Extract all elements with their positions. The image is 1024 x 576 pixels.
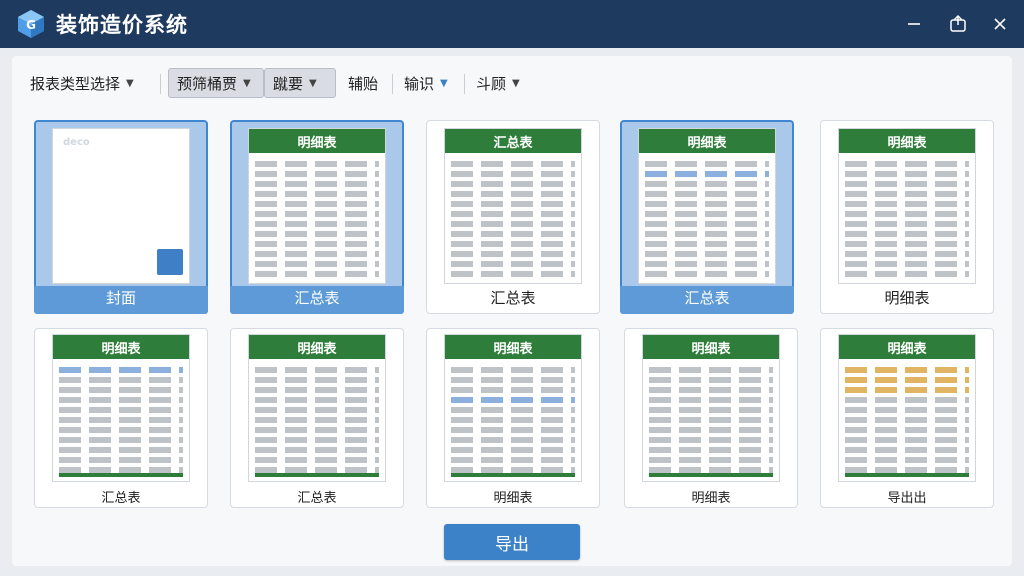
sheet-rows: [249, 153, 385, 283]
sheet-footer: [649, 473, 773, 477]
sheet-rows: [445, 153, 581, 283]
header-dropdown[interactable]: 斗顾 ▼: [468, 68, 528, 98]
cover-corner-icon: [157, 249, 183, 275]
toolbar-item-label: 蹴要: [273, 74, 304, 93]
report-card[interactable]: 明细表 导出出: [820, 328, 994, 508]
toolbar-item-label: 输识: [404, 74, 435, 93]
sheet-footer: [59, 473, 183, 477]
sheet-rows: [639, 153, 775, 283]
report-panel: 报表类型选择 ▼ 预筛桶贾 ▼ 蹴要 ▼ 辅贻 输识 ▼ 斗顾 ▼ deco 封…: [12, 56, 1012, 566]
report-card-cover[interactable]: deco 封面 封面: [34, 120, 208, 314]
minimize-icon: [908, 23, 920, 25]
cover-brand: deco: [63, 137, 90, 148]
report-card[interactable]: 明细表 明细表: [426, 328, 600, 508]
chevron-down-icon: ▼: [440, 77, 448, 89]
sheet-title: 明细表: [639, 129, 775, 153]
report-card[interactable]: 明细表 明细表: [624, 328, 798, 508]
sheet-rows: [643, 359, 779, 481]
report-thumbnail-grid: deco 封面 封面 明细表 汇总表 汇总表 汇总表 明细表 汇总表 明细表 明…: [30, 118, 1000, 514]
sheet-thumbnail: 明细表: [52, 334, 190, 482]
sheet-thumbnail: 明细表: [248, 334, 386, 482]
card-caption: 明细表: [691, 491, 731, 506]
title-bar: G 装饰造价系统: [0, 0, 1024, 48]
assist-button[interactable]: 辅贻: [340, 68, 386, 98]
card-caption: 汇总表: [297, 491, 337, 506]
preview-filter-dropdown[interactable]: 预筛桶贾 ▼: [168, 68, 264, 98]
toolbar: 报表类型选择 ▼ 预筛桶贾 ▼ 蹴要 ▼ 辅贻 输识 ▼ 斗顾 ▼: [22, 64, 1002, 100]
sheet-footer: [845, 473, 969, 477]
sheet-thumbnail: 明细表: [838, 128, 976, 284]
sheet-thumbnail: 明细表: [248, 128, 386, 284]
sheet-rows: [249, 359, 385, 481]
sheet-rows: [445, 359, 581, 481]
report-card[interactable]: 明细表 汇总表: [620, 120, 794, 314]
card-caption: 封面: [105, 289, 136, 307]
sheet-footer: [451, 473, 575, 477]
sheet-title: 明细表: [249, 129, 385, 153]
sheet-thumbnail: 明细表: [638, 128, 776, 284]
report-card[interactable]: 明细表 汇总表: [230, 328, 404, 508]
card-caption: 汇总表: [101, 491, 141, 506]
sheet-thumbnail: 明细表: [838, 334, 976, 482]
input-dropdown[interactable]: 输识 ▼: [396, 68, 456, 98]
sheet-title: 明细表: [839, 335, 975, 359]
toolbar-divider: [392, 74, 393, 94]
sheet-title: 明细表: [643, 335, 779, 359]
sheet-title: 汇总表: [445, 129, 581, 153]
sheet-rows: [839, 153, 975, 283]
card-caption: 明细表: [884, 289, 930, 307]
report-card[interactable]: 明细表 明细表: [820, 120, 994, 314]
sheet-rows: [53, 359, 189, 481]
sheet-thumbnail: 汇总表: [444, 128, 582, 284]
toolbar-item-label: 辅贻: [348, 74, 379, 93]
card-caption: 汇总表: [684, 289, 730, 307]
cover-title: 封面: [97, 181, 145, 209]
report-card[interactable]: 明细表 汇总表: [34, 328, 208, 508]
report-card[interactable]: 汇总表 汇总表: [426, 120, 600, 314]
share-export-icon: [950, 14, 966, 32]
report-type-dropdown[interactable]: 报表类型选择 ▼: [22, 68, 142, 98]
sheet-title: 明细表: [445, 335, 581, 359]
sheet-rows: [839, 359, 975, 481]
toolbar-item-label: 报表类型选择: [30, 74, 121, 93]
report-card[interactable]: 明细表 汇总表: [230, 120, 404, 314]
chevron-down-icon: ▼: [126, 77, 134, 89]
card-caption: 导出出: [887, 491, 927, 506]
toolbar-item-label: 预筛桶贾: [177, 74, 238, 93]
card-caption: 汇总表: [294, 289, 340, 307]
svg-text:G: G: [26, 18, 36, 32]
chevron-down-icon: ▼: [309, 77, 317, 89]
sheet-title: 明细表: [53, 335, 189, 359]
close-icon: [994, 18, 1006, 30]
toolbar-item-label: 斗顾: [476, 74, 507, 93]
app-logo-icon: G: [18, 10, 44, 38]
chevron-down-icon: ▼: [512, 77, 520, 89]
maximize-button[interactable]: [940, 6, 976, 42]
sheet-thumbnail: 明细表: [642, 334, 780, 482]
close-button[interactable]: [982, 6, 1018, 42]
toolbar-divider: [464, 74, 465, 94]
minimize-button[interactable]: [896, 6, 932, 42]
sheet-title: 明细表: [249, 335, 385, 359]
sheet-footer: [255, 473, 379, 477]
summary-dropdown[interactable]: 蹴要 ▼: [264, 68, 336, 98]
sheet-thumbnail: 明细表: [444, 334, 582, 482]
cover-thumbnail: deco 封面: [52, 128, 190, 284]
window-title: 装饰造价系统: [56, 13, 188, 37]
sheet-title: 明细表: [839, 129, 975, 153]
chevron-down-icon: ▼: [243, 77, 251, 89]
card-caption: 汇总表: [490, 289, 536, 307]
card-caption: 明细表: [493, 491, 533, 506]
export-button[interactable]: 导出: [444, 524, 580, 560]
toolbar-divider: [160, 74, 161, 94]
